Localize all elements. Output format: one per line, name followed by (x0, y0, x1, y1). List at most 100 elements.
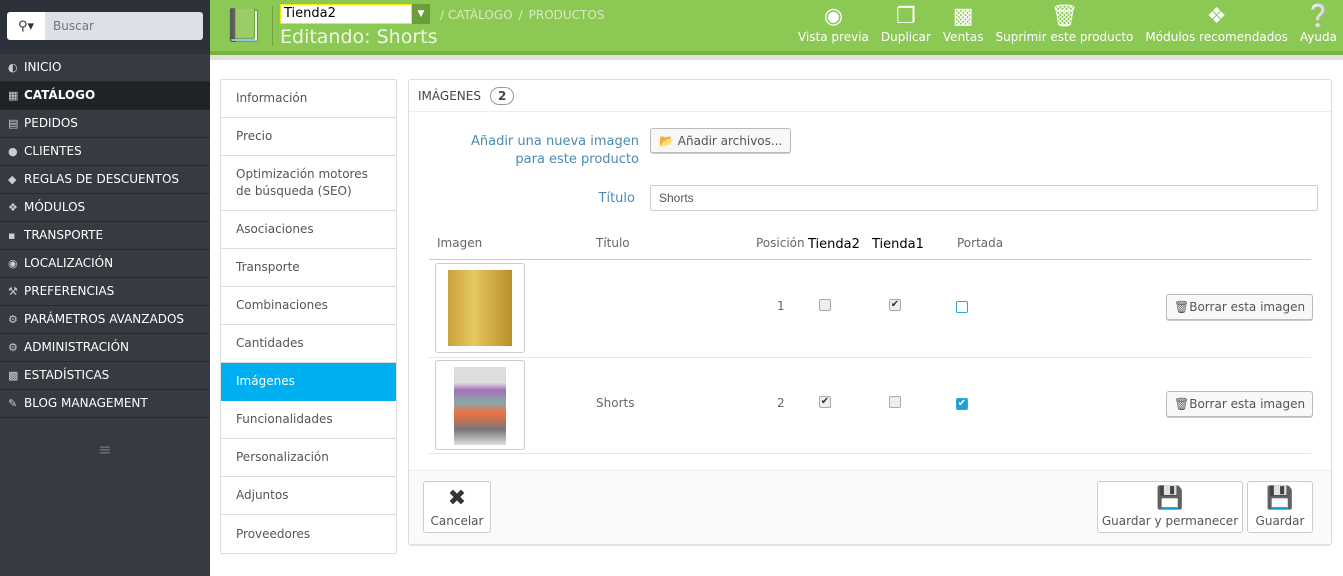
header: 📗 Tienda2 ▼ / CATÁLOGO / PRODUCTOS Editando… (210, 0, 1343, 51)
cover-checkbox[interactable]: ✔ (956, 398, 968, 410)
tienda1-checkbox[interactable] (889, 396, 901, 408)
image-position: 2 (777, 396, 785, 410)
col-position: Posición (756, 236, 805, 250)
tab[interactable]: Adjuntos (221, 477, 396, 515)
title-label: Título (598, 191, 635, 206)
trash-icon: 🗑 (1174, 300, 1190, 314)
tienda1-checkbox[interactable]: ✔ (889, 299, 901, 311)
product-image-thumbnail[interactable] (435, 360, 525, 450)
book-icon: 📗 (224, 6, 264, 44)
add-image-label: Añadir una nueva imagen para este produc… (470, 134, 639, 167)
search-input[interactable] (45, 12, 203, 40)
cog-icon: ⚙ (8, 341, 18, 354)
page-title: Editando: Shorts (280, 26, 438, 48)
trash-icon: 🗑 (1174, 397, 1190, 411)
users-icon: ● (8, 145, 18, 158)
copy-icon: ❐ (896, 4, 916, 29)
save-label: Guardar (1255, 514, 1305, 528)
truck-icon: ▪ (8, 229, 16, 242)
search-icon[interactable]: ⚲▾ (7, 12, 45, 40)
bar-chart-icon: ▩ (952, 4, 974, 29)
bar-chart-icon: ▩ (8, 369, 19, 382)
sidebar-item[interactable]: ▪ TRANSPORTE (0, 222, 210, 250)
sidebar-item-label: TRANSPORTE (24, 228, 104, 242)
sidebar-item[interactable]: ● CLIENTES (0, 138, 210, 166)
toolbar-button[interactable]: ❖ Módulos recomendados (1139, 4, 1294, 44)
tab[interactable]: Información (221, 80, 396, 118)
toolbar-button[interactable]: ❔ Ayuda (1294, 4, 1343, 44)
close-icon: ✖ (447, 486, 467, 511)
tab[interactable]: Personalización (221, 439, 396, 477)
dashboard-icon: ◐ (8, 61, 18, 74)
sidebar-item-label: CLIENTES (24, 144, 82, 158)
col-tienda2: Tienda2 (808, 237, 860, 252)
sidebar-item[interactable]: ✎ BLOG MANAGEMENT (0, 390, 210, 418)
tab[interactable]: Proveedores (221, 515, 396, 553)
tab[interactable]: Transporte (221, 249, 396, 287)
cogs-icon: ⚙ (8, 313, 18, 326)
toolbar-button[interactable]: ◉ Vista previa (792, 4, 875, 44)
delete-image-button[interactable]: 🗑Borrar esta imagen (1166, 391, 1314, 417)
breadcrumb-products[interactable]: PRODUCTOS (529, 8, 605, 22)
eye-icon: ◉ (823, 4, 844, 29)
toolbar-button[interactable]: ▩ Ventas (937, 4, 990, 44)
tab[interactable]: Asociaciones (221, 211, 396, 249)
save-and-stay-button[interactable]: 💾 Guardar y permanecer (1097, 481, 1243, 533)
sidebar-item[interactable]: ◐ INICIO (0, 54, 210, 82)
sidebar-item[interactable]: ◆ REGLAS DE DESCUENTOS (0, 166, 210, 194)
add-files-label: Añadir archivos... (677, 134, 783, 148)
image-position: 1 (777, 299, 785, 313)
tab[interactable]: Imágenes (221, 363, 396, 401)
tab[interactable]: Combinaciones (221, 287, 396, 325)
sidebar-item[interactable]: ⚙ ADMINISTRACIÓN (0, 334, 210, 362)
tab[interactable]: Precio (221, 118, 396, 156)
chevron-down-icon[interactable]: ▼ (412, 4, 430, 24)
save-icon: 💾 (1156, 486, 1184, 511)
toolbar-button[interactable]: 🗑 Suprimir este producto (989, 4, 1139, 44)
sidebar: ⚲▾ ◐ INICIO ▦ CATÁLOGO ▤ PEDIDOS ● CLIENTES ◆ REG… (0, 0, 210, 576)
delete-image-button[interactable]: 🗑Borrar esta imagen (1166, 294, 1314, 320)
shop-select[interactable]: Tienda2 ▼ (280, 4, 430, 24)
shop-select-value[interactable]: Tienda2 (280, 4, 412, 24)
toolbar-label: Duplicar (880, 30, 931, 44)
sidebar-item[interactable]: ▤ PEDIDOS (0, 110, 210, 138)
tab[interactable]: Funcionalidades (221, 401, 396, 439)
sidebar-item[interactable]: ▦ CATÁLOGO (0, 82, 210, 110)
tienda2-checkbox[interactable]: ✔ (819, 396, 831, 408)
cancel-label: Cancelar (430, 514, 484, 528)
tab[interactable]: Optimización motores de búsqueda (SEO) (221, 156, 396, 211)
sidebar-item-label: BLOG MANAGEMENT (24, 396, 148, 410)
menu-toggle-icon[interactable]: ≡ (0, 440, 210, 459)
tab[interactable]: Cantidades (221, 325, 396, 363)
tags-icon: ◆ (8, 173, 17, 186)
toolbar-label: Suprimir este producto (995, 30, 1134, 44)
product-image-thumbnail[interactable] (435, 263, 525, 353)
toolbar-button[interactable]: ❐ Duplicar (875, 4, 937, 44)
sidebar-item-label: ESTADÍSTICAS (24, 368, 110, 382)
help-icon: ❔ (1304, 4, 1333, 29)
sidebar-item[interactable]: ▩ ESTADÍSTICAS (0, 362, 210, 390)
breadcrumb: / CATÁLOGO / PRODUCTOS (440, 8, 605, 22)
add-files-button[interactable]: 📂 Añadir archivos... (650, 128, 792, 153)
breadcrumb-catalog[interactable]: CATÁLOGO (448, 8, 513, 22)
save-button[interactable]: 💾 Guardar (1247, 481, 1313, 533)
title-input[interactable] (650, 185, 1318, 211)
trash-icon: 🗑 (1050, 4, 1079, 29)
cancel-button[interactable]: ✖ Cancelar (423, 481, 491, 533)
toolbar-label: Ventas (942, 30, 984, 44)
sidebar-item[interactable]: ◉ LOCALIZACIÓN (0, 250, 210, 278)
cover-checkbox[interactable] (956, 301, 968, 313)
product-tabs: Información Precio Optimización motores de… (220, 79, 397, 554)
sidebar-item[interactable]: ⚙ PARÁMETROS AVANZADOS (0, 306, 210, 334)
sidebar-item-label: INICIO (24, 60, 62, 74)
col-title: Título (596, 236, 630, 250)
toolbar-label: Módulos recomendados (1145, 30, 1288, 44)
credit-card-icon: ▤ (8, 117, 19, 130)
sidebar-item-label: LOCALIZACIÓN (24, 256, 114, 270)
pencil-icon: ✎ (8, 397, 18, 410)
sidebar-item[interactable]: ❖ MÓDULOS (0, 194, 210, 222)
save-and-stay-label: Guardar y permanecer (1101, 514, 1239, 528)
sidebar-item-label: PARÁMETROS AVANZADOS (24, 312, 185, 326)
sidebar-item[interactable]: ⚒ PREFERENCIAS (0, 278, 210, 306)
tienda2-checkbox[interactable] (819, 299, 831, 311)
